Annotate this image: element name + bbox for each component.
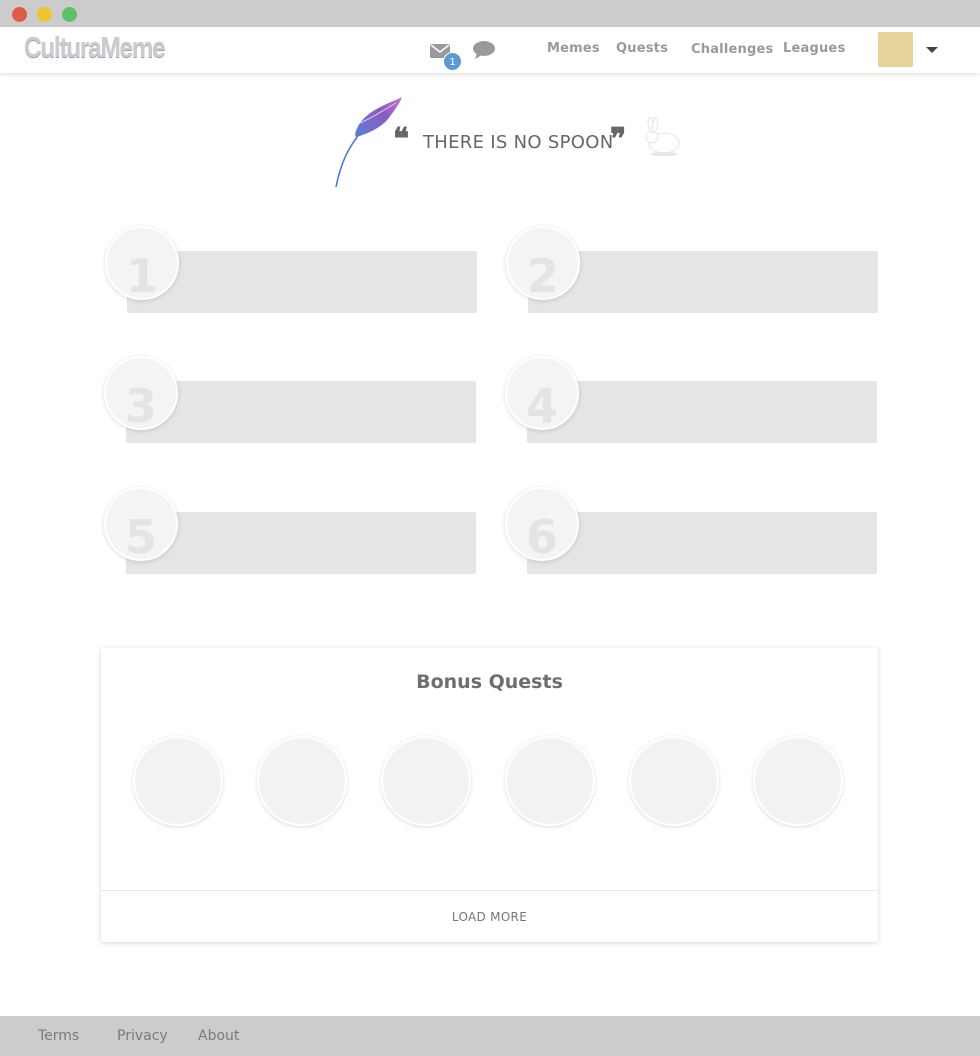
footer-link-privacy[interactable]: Privacy: [117, 1028, 168, 1044]
load-more-button[interactable]: LOAD MORE: [101, 910, 878, 924]
quest-number: 1: [105, 226, 179, 300]
user-avatar[interactable]: [878, 32, 913, 67]
nav-link-challenges[interactable]: Challenges: [691, 42, 773, 57]
quest-bar: [127, 251, 477, 313]
quest-number: 2: [506, 226, 580, 300]
quest-slot-5[interactable]: 5: [104, 487, 484, 577]
bonus-quest-item[interactable]: [133, 736, 223, 826]
quote-banner: ❝ THERE IS NO SPOON ❞: [330, 95, 690, 190]
site-logo[interactable]: CulturaMeme: [24, 32, 166, 65]
quest-number: 5: [104, 487, 178, 561]
footer-link-terms[interactable]: Terms: [38, 1028, 79, 1044]
quest-bar: [527, 381, 877, 443]
quest-slot-6[interactable]: 6: [505, 487, 885, 577]
nav-link-leagues[interactable]: Leagues: [783, 41, 845, 56]
quest-bar: [528, 251, 878, 313]
close-quote-mark: ❞: [610, 122, 627, 157]
nav-link-quests[interactable]: Quests: [616, 41, 668, 56]
chevron-down-icon[interactable]: [926, 47, 938, 53]
quest-number: 3: [104, 356, 178, 430]
bonus-quests-title: Bonus Quests: [416, 671, 563, 693]
bonus-quest-item[interactable]: [753, 736, 843, 826]
window-titlebar: [0, 0, 980, 27]
rabbit-icon: [640, 115, 684, 161]
bonus-quest-item[interactable]: [381, 736, 471, 826]
page-footer: Terms Privacy About: [0, 1016, 980, 1056]
card-divider: [101, 890, 878, 891]
quest-slot-1[interactable]: 1: [105, 226, 485, 316]
bonus-quests-card: Bonus Quests LOAD MORE: [101, 648, 878, 942]
maximize-window-button[interactable]: [62, 7, 77, 22]
quest-slot-3[interactable]: 3: [104, 356, 484, 446]
quest-number: 4: [505, 356, 579, 430]
quest-bar: [527, 512, 877, 574]
top-navbar: CulturaMeme 1 Memes Quests Challenges Le…: [0, 27, 980, 73]
quest-number: 6: [505, 487, 579, 561]
bonus-quest-item[interactable]: [257, 736, 347, 826]
bonus-quest-item[interactable]: [505, 736, 595, 826]
quote-text: THERE IS NO SPOON: [423, 132, 614, 153]
bonus-quest-item[interactable]: [629, 736, 719, 826]
close-window-button[interactable]: [12, 7, 27, 22]
message-count-badge: 1: [443, 52, 462, 71]
quest-slot-2[interactable]: 2: [506, 226, 886, 316]
quest-bar: [126, 512, 476, 574]
quest-bar: [126, 381, 476, 443]
chat-icon[interactable]: [472, 40, 496, 60]
nav-link-memes[interactable]: Memes: [547, 41, 600, 56]
quest-slot-4[interactable]: 4: [505, 356, 885, 446]
footer-link-about[interactable]: About: [198, 1028, 239, 1044]
open-quote-mark: ❝: [393, 122, 410, 157]
minimize-window-button[interactable]: [37, 7, 52, 22]
